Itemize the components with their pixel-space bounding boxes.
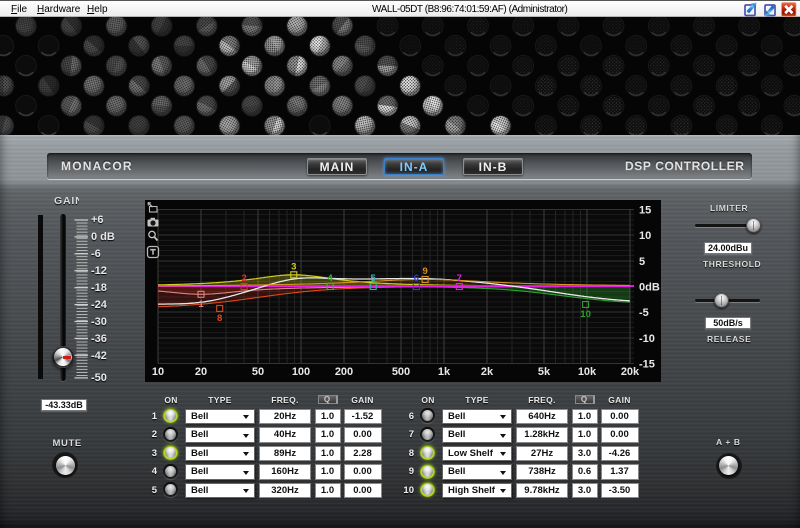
svg-text:15: 15 xyxy=(639,205,651,217)
svg-text:5: 5 xyxy=(371,273,377,284)
svg-text:10: 10 xyxy=(580,309,591,320)
svg-text:6: 6 xyxy=(414,273,419,284)
svg-text:1k: 1k xyxy=(438,366,451,378)
svg-text:20: 20 xyxy=(195,366,207,378)
svg-text:5: 5 xyxy=(639,256,645,268)
svg-text:9: 9 xyxy=(422,266,427,277)
svg-text:7: 7 xyxy=(457,273,462,284)
svg-text:3: 3 xyxy=(291,261,296,272)
svg-text:20k: 20k xyxy=(621,366,640,378)
svg-text:8: 8 xyxy=(217,313,222,324)
svg-text:10: 10 xyxy=(152,366,164,378)
svg-text:200: 200 xyxy=(335,366,353,378)
svg-text:5k: 5k xyxy=(538,366,551,378)
svg-text:100: 100 xyxy=(292,366,310,378)
svg-text:-10: -10 xyxy=(639,333,655,345)
svg-text:10k: 10k xyxy=(578,366,597,378)
svg-text:-15: -15 xyxy=(639,358,655,370)
svg-text:1: 1 xyxy=(198,299,204,310)
svg-text:10: 10 xyxy=(639,230,651,242)
svg-text:50: 50 xyxy=(252,366,264,378)
svg-text:4: 4 xyxy=(328,273,334,284)
svg-text:500: 500 xyxy=(392,366,410,378)
svg-text:-5: -5 xyxy=(639,307,649,319)
svg-text:0dB: 0dB xyxy=(639,282,660,294)
svg-text:2k: 2k xyxy=(481,366,494,378)
svg-text:2: 2 xyxy=(241,273,246,284)
